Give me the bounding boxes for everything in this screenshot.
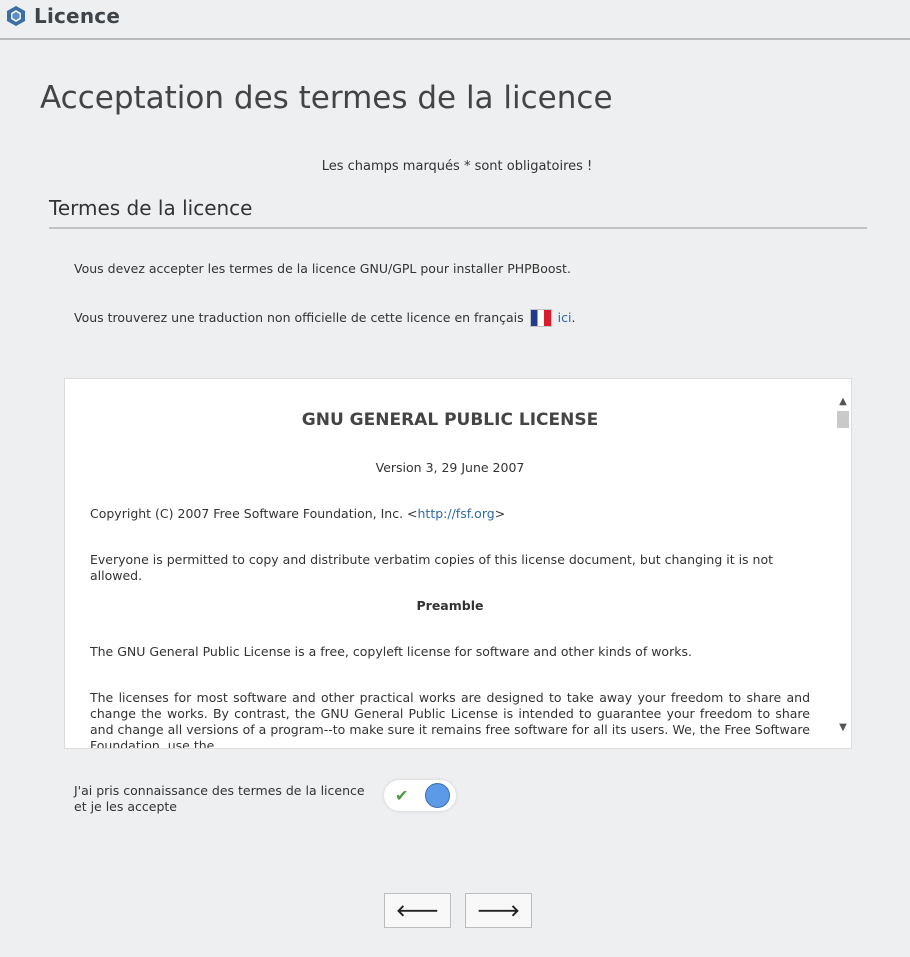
accept-license-label: J'ai pris connaissance des termes de la … [74,783,365,814]
required-fields-note: Les champs marqués * sont obligatoires ! [321,159,593,174]
page-title: Acceptation des termes de la licence [40,80,613,116]
toggle-knob[interactable] [425,783,450,808]
license-paragraph-1: The GNU General Public License is a free… [90,644,692,659]
translation-info: Vous trouverez une traduction non offici… [74,309,575,327]
translation-info-suffix: . [571,310,576,325]
arrow-left-icon: 🡐 [396,901,439,920]
license-copyright: Copyright (C) 2007 Free Software Foundat… [90,506,810,522]
license-text-box[interactable]: GNU GENERAL PUBLIC LICENSE Version 3, 29… [64,378,852,749]
license-permission: Everyone is permitted to copy and distri… [90,552,774,583]
top-bar: Licence [0,0,910,40]
phpboost-logo-icon [7,6,25,26]
previous-step-button[interactable]: 🡐 [384,893,451,928]
translation-link[interactable]: ici [558,310,572,325]
license-version: Version 3, 29 June 2007 [375,460,525,475]
fsf-link[interactable]: http://fsf.org [418,506,495,521]
french-flag-icon [529,309,552,327]
scroll-up-icon[interactable]: ▲ [835,394,851,410]
app-title: Licence [34,4,121,28]
next-step-button[interactable]: 🡒 [465,893,532,928]
license-heading: GNU GENERAL PUBLIC LICENSE [301,410,599,430]
license-requirement-text: Vous devez accepter les termes de la lic… [74,261,571,276]
copyright-text: Copyright (C) 2007 Free Software Foundat… [90,506,418,521]
accept-license-toggle[interactable]: ✔ [384,780,456,811]
license-paragraph-2: The licenses for most software and other… [90,690,810,749]
arrow-right-icon: 🡒 [477,901,520,920]
preamble-title: Preamble [416,598,484,613]
copyright-suffix: > [494,506,506,521]
section-title: Termes de la licence [49,196,253,220]
scroll-down-icon[interactable]: ▼ [835,720,851,736]
check-icon: ✔ [395,786,409,805]
license-scrollbar[interactable]: ▲ ▼ [835,394,851,736]
translation-info-text: Vous trouverez une traduction non offici… [74,310,524,325]
scroll-thumb[interactable] [837,411,849,428]
section-divider [49,227,867,229]
